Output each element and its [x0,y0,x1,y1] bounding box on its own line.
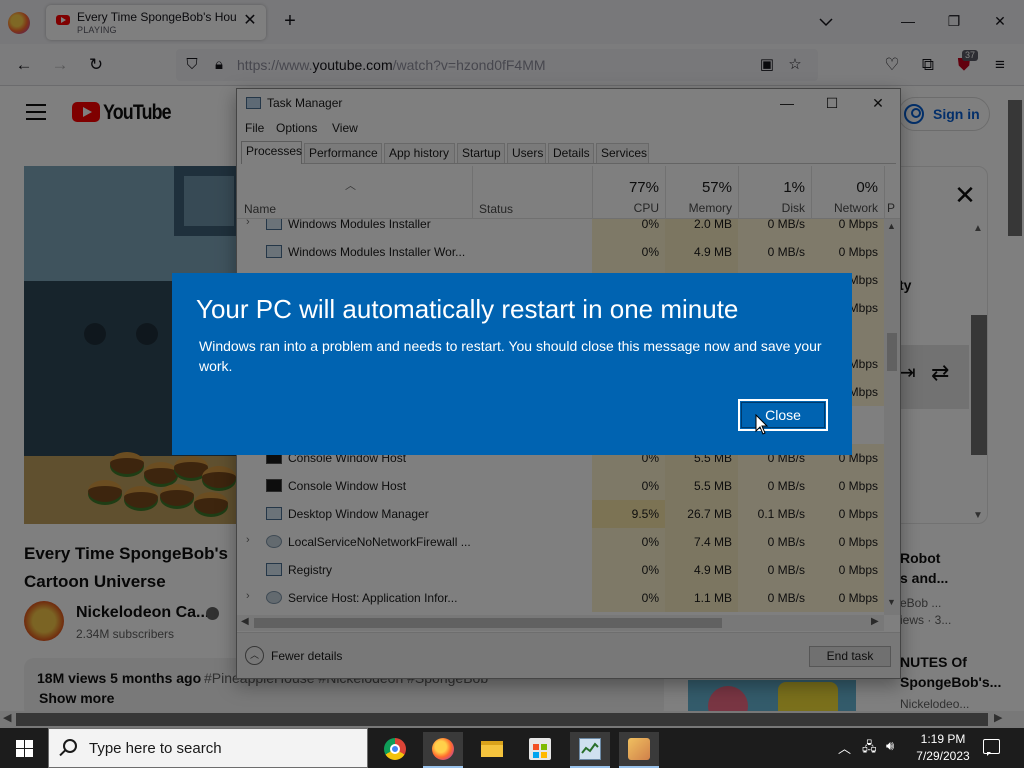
volume-icon[interactable]: 🔊︎ [886,738,894,754]
chrome-icon[interactable] [375,732,415,768]
close-button[interactable]: Close [738,399,828,431]
clock-time: 1:19 PM [920,732,966,746]
store-icon[interactable] [520,732,560,768]
start-button[interactable] [0,728,48,768]
notification-center-icon[interactable] [983,739,1000,756]
windows-logo-icon [16,740,24,748]
taskbar-clock[interactable]: 1:19 PM 7/29/2023 [912,731,974,765]
search-placeholder: Type here to search [89,740,222,757]
network-icon[interactable]: 🖧︎ [862,738,877,760]
show-hidden-icons-icon[interactable]: ︿ [838,738,851,757]
restart-notification-dialog: Your PC will automatically restart in on… [172,273,852,455]
task-manager-icon[interactable] [570,732,610,768]
paint-icon[interactable] [619,732,659,768]
dialog-title: Your PC will automatically restart in on… [196,294,739,324]
windows-taskbar: Type here to search ︿ 🖧︎ 🔊︎ 1:19 PM 7/29… [0,728,1024,768]
firefox-icon[interactable] [423,732,463,768]
search-icon [63,739,77,753]
taskbar-search-box[interactable]: Type here to search [48,728,368,768]
dialog-message: Windows ran into a problem and needs to … [199,338,822,374]
file-explorer-icon[interactable] [472,732,512,768]
clock-date: 7/29/2023 [916,749,970,763]
